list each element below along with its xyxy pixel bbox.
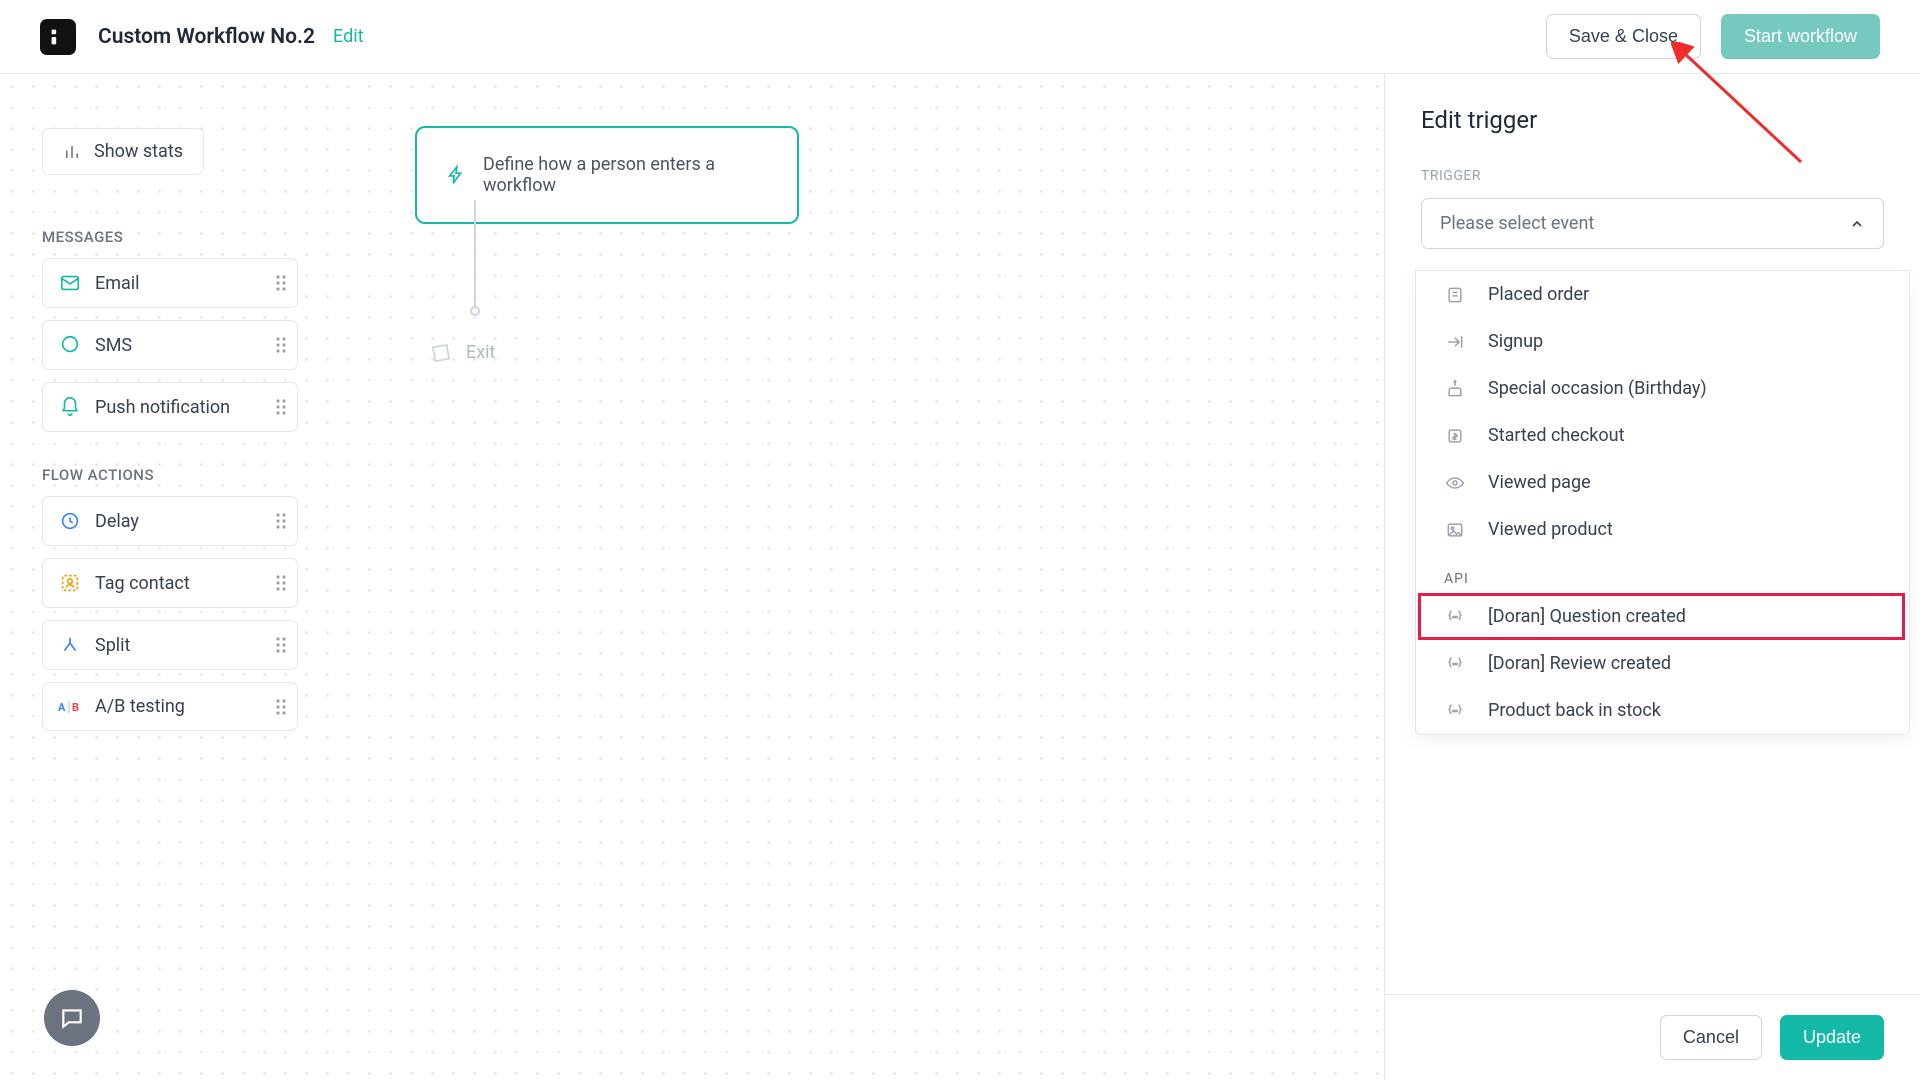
palette-item-label: A/B testing [95,696,185,717]
mail-icon [57,272,83,294]
bar-chart-icon [63,143,81,161]
palette-item-label: SMS [95,335,132,356]
exit-icon [430,340,454,364]
option-label: Product back in stock [1488,700,1661,721]
option-signup[interactable]: Signup [1416,318,1909,365]
braces-icon [1444,654,1466,674]
show-stats-button[interactable]: Show stats [42,128,204,175]
cancel-button[interactable]: Cancel [1660,1015,1762,1060]
palette-item-email[interactable]: Email [42,258,298,308]
lightning-icon [445,164,467,186]
palette-item-label: Split [95,635,130,656]
chevron-up-icon [1849,216,1865,232]
option-started-checkout[interactable]: Started checkout [1416,412,1909,459]
image-icon [1444,520,1466,540]
panel-footer: Cancel Update [1385,994,1920,1080]
trigger-event-select[interactable]: Please select event [1421,198,1884,249]
cake-icon [1444,379,1466,399]
messages-heading: MESSAGES [42,228,298,246]
bell-icon [57,396,83,418]
exit-label: Exit [466,342,495,363]
chat-icon [57,334,83,356]
palette-item-label: Delay [95,511,139,532]
drag-handle-icon [275,274,287,292]
palette-item-sms[interactable]: SMS [42,320,298,370]
option-doran-question-created[interactable]: [Doran] Question created [1416,593,1909,640]
palette-item-delay[interactable]: Delay [42,496,298,546]
node-port[interactable] [470,306,480,316]
workflow-canvas[interactable]: Show stats MESSAGES Email SMS [0,74,1384,1080]
panel-title: Edit trigger [1421,106,1884,134]
braces-icon [1444,607,1466,627]
palette-flow: FLOW ACTIONS Delay Tag contact Sp [42,466,298,743]
option-label: [Doran] Review created [1488,653,1671,674]
save-close-button[interactable]: Save & Close [1546,14,1701,59]
edit-title-link[interactable]: Edit [333,26,363,47]
drag-handle-icon [275,636,287,654]
option-viewed-product[interactable]: Viewed product [1416,506,1909,553]
start-workflow-button[interactable]: Start workflow [1721,14,1880,59]
app-header: Custom Workflow No.2 Edit Save & Close S… [0,0,1920,74]
drag-handle-icon [275,512,287,530]
show-stats-label: Show stats [94,141,183,162]
option-doran-review-created[interactable]: [Doran] Review created [1416,640,1909,687]
receipt-icon [1444,285,1466,305]
exit-node[interactable]: Exit [430,340,495,364]
svg-text:A: A [58,701,66,714]
palette-item-push[interactable]: Push notification [42,382,298,432]
trigger-node[interactable]: Define how a person enters a workflow [415,126,799,224]
option-label: Placed order [1488,284,1589,305]
enter-icon [1444,332,1466,352]
tag-person-icon [57,572,83,594]
option-label: Special occasion (Birthday) [1488,378,1707,399]
option-viewed-page[interactable]: Viewed page [1416,459,1909,506]
option-label: [Doran] Question created [1488,606,1686,627]
palette-item-label: Tag contact [95,573,190,594]
palette-item-ab-testing[interactable]: AB A/B testing [42,682,298,731]
palette-item-split[interactable]: Split [42,620,298,670]
option-special-occasion[interactable]: Special occasion (Birthday) [1416,365,1909,412]
option-label: Signup [1488,331,1543,352]
dollar-icon [1444,426,1466,446]
drag-handle-icon [275,398,287,416]
page-title: Custom Workflow No.2 [98,25,315,49]
drag-handle-icon [275,698,287,716]
dropdown-group-api: API [1416,553,1909,593]
palette-item-label: Email [95,273,140,294]
trigger-node-label: Define how a person enters a workflow [483,154,769,196]
palette-item-label: Push notification [95,397,230,418]
option-label: Viewed product [1488,519,1613,540]
option-label: Viewed page [1488,472,1591,493]
app-logo [40,19,76,55]
split-icon [57,634,83,656]
palette-messages: MESSAGES Email SMS Push notificat [42,228,298,444]
palette-item-tag-contact[interactable]: Tag contact [42,558,298,608]
node-connector [474,200,476,308]
ab-icon: AB [57,699,83,715]
braces-icon [1444,701,1466,721]
trigger-event-dropdown: Placed order Signup Special occasion (Bi… [1415,270,1910,735]
drag-handle-icon [275,574,287,592]
flow-heading: FLOW ACTIONS [42,466,298,484]
eye-icon [1444,473,1466,493]
right-panel: Edit trigger TRIGGER Please select event… [1384,74,1920,1080]
option-placed-order[interactable]: Placed order [1416,271,1909,318]
drag-handle-icon [275,336,287,354]
option-product-back-in-stock[interactable]: Product back in stock [1416,687,1909,734]
option-label: Started checkout [1488,425,1624,446]
help-chat-button[interactable] [44,990,100,1046]
trigger-section-label: TRIGGER [1421,168,1884,184]
chat-bubble-icon [59,1005,85,1031]
update-button[interactable]: Update [1780,1015,1884,1060]
select-placeholder: Please select event [1440,213,1594,234]
svg-text:B: B [72,701,79,714]
clock-icon [57,510,83,532]
